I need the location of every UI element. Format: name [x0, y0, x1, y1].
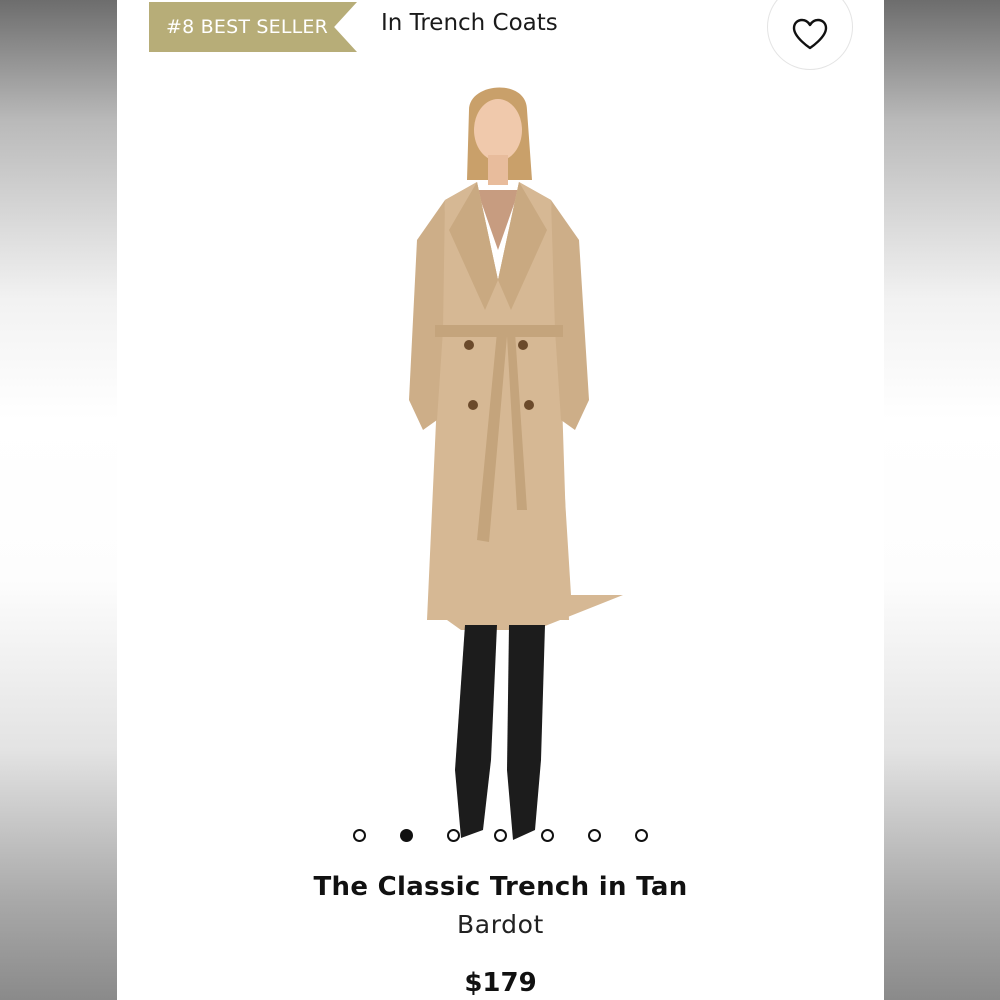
heart-outline-icon [792, 18, 828, 50]
image-carousel-dots [117, 827, 884, 847]
best-seller-badge-label: #8 BEST SELLER [166, 16, 329, 38]
carousel-dot[interactable] [494, 829, 507, 842]
product-card: #8 BEST SELLER In Trench Coats The Class… [117, 0, 884, 1000]
background-blur-left [0, 0, 117, 1000]
brand-name[interactable]: Bardot [117, 910, 884, 939]
category-link[interactable]: In Trench Coats [381, 10, 558, 36]
best-seller-badge: #8 BEST SELLER [149, 2, 357, 52]
product-image[interactable] [357, 70, 637, 850]
carousel-dot[interactable] [447, 829, 460, 842]
product-title[interactable]: The Classic Trench in Tan [117, 872, 884, 902]
carousel-dot[interactable] [588, 829, 601, 842]
carousel-dot-active[interactable] [400, 829, 413, 842]
wishlist-button[interactable] [767, 0, 853, 70]
carousel-dot[interactable] [541, 829, 554, 842]
carousel-dot[interactable] [635, 829, 648, 842]
product-price: $179 [464, 968, 537, 998]
background-blur-right [884, 0, 1000, 1000]
carousel-dot[interactable] [353, 829, 366, 842]
